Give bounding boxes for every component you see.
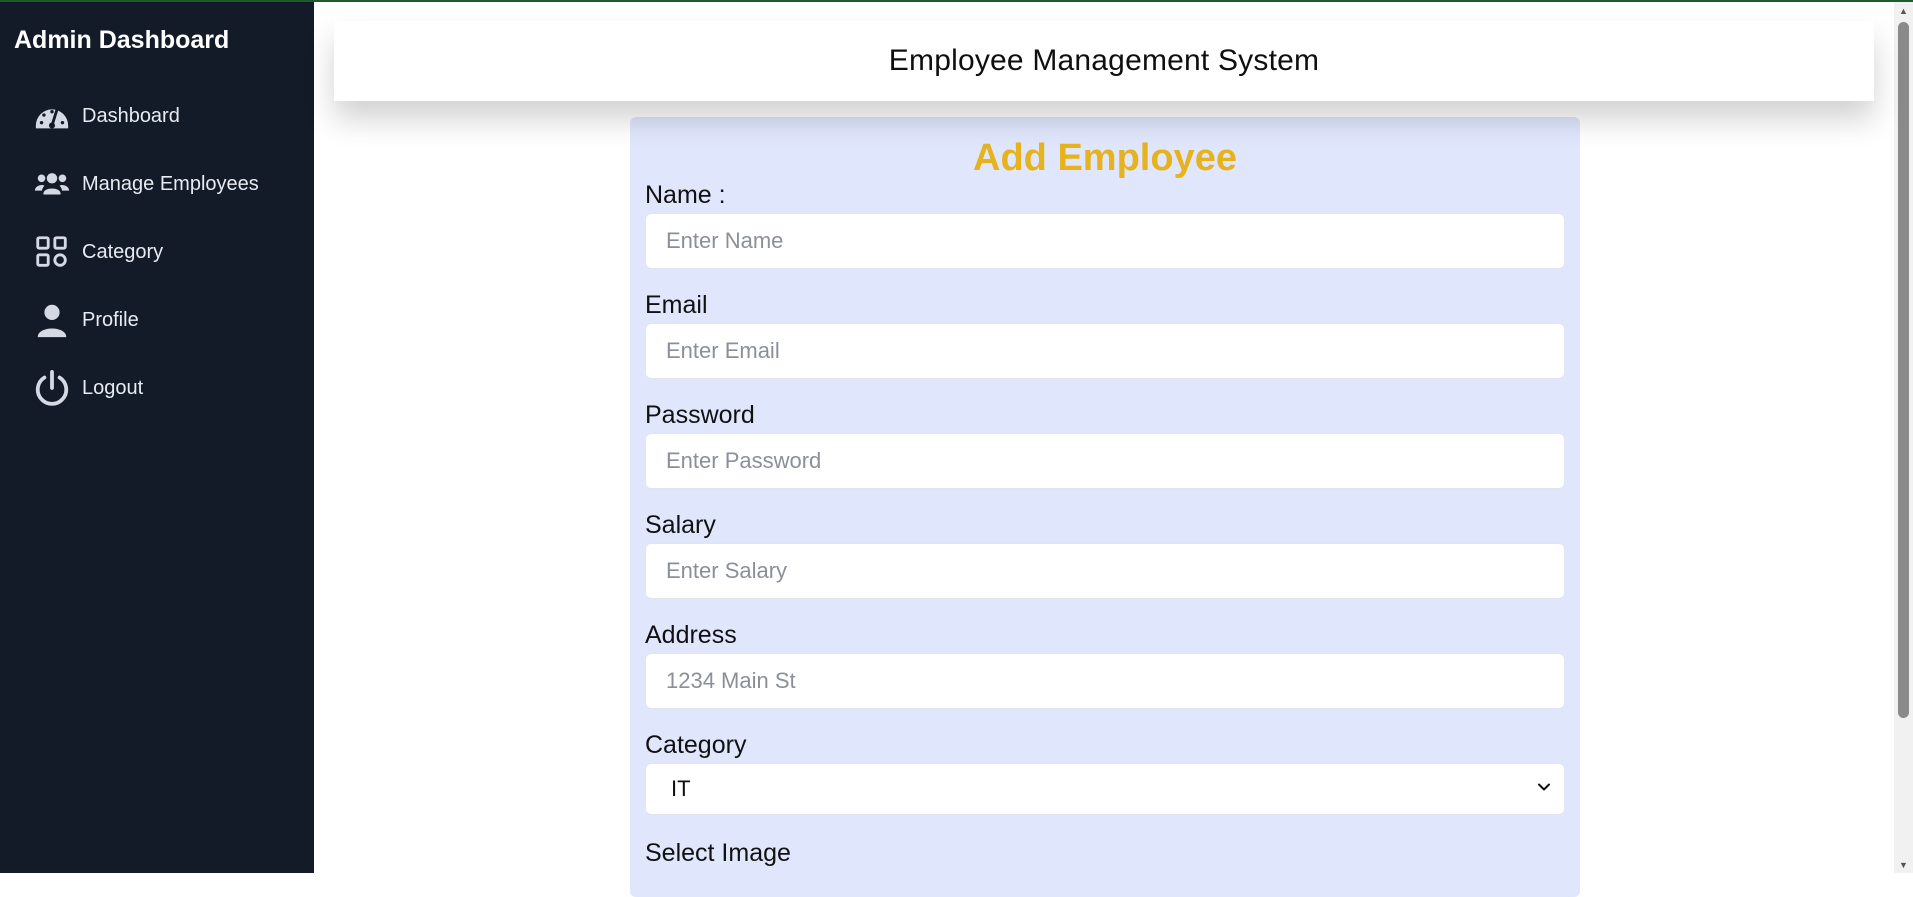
sidebar-title: Admin Dashboard (14, 26, 230, 54)
salary-input[interactable] (645, 543, 1565, 599)
sidebar-item-profile[interactable]: Profile (0, 286, 314, 354)
sidebar-item-label: Profile (82, 308, 139, 331)
power-icon (32, 368, 72, 408)
password-input[interactable] (645, 433, 1565, 489)
sidebar-item-label: Logout (82, 376, 144, 399)
sidebar-item-logout[interactable]: Logout (0, 354, 314, 422)
sidebar-item-label: Category (82, 240, 164, 263)
sidebar-item-dashboard[interactable]: Dashboard (0, 82, 314, 150)
password-label: Password (645, 401, 755, 429)
address-label: Address (645, 621, 737, 649)
sidebar-item-label: Manage Employees (82, 172, 259, 195)
email-input[interactable] (645, 323, 1565, 379)
scroll-thumb[interactable] (1898, 22, 1909, 718)
scroll-up-arrow-icon[interactable]: ▲ (1894, 2, 1913, 19)
page-scrollbar[interactable]: ▲ ▼ (1894, 2, 1913, 873)
category-select-value: IT (671, 776, 691, 801)
page-title: Employee Management System (888, 44, 1320, 77)
sidebar-item-label: Dashboard (82, 104, 180, 127)
users-icon (32, 164, 72, 204)
user-icon (32, 300, 72, 340)
add-employee-form: Add Employee Name : Email Password Salar… (630, 117, 1580, 897)
sidebar-nav: Dashboard Manage Employees Category Prof… (0, 82, 314, 422)
form-title: Add Employee (973, 137, 1237, 179)
email-label: Email (645, 291, 708, 319)
sidebar: Admin Dashboard Dashboard Manage Employe… (0, 2, 314, 873)
chevron-down-icon (1536, 779, 1552, 800)
address-input[interactable] (645, 653, 1565, 709)
name-label: Name : (645, 181, 726, 209)
salary-label: Salary (645, 511, 716, 539)
sidebar-item-manage-employees[interactable]: Manage Employees (0, 150, 314, 218)
category-select[interactable]: IT (645, 763, 1565, 815)
gauge-icon (32, 96, 72, 136)
sidebar-item-category[interactable]: Category (0, 218, 314, 286)
category-label: Category (645, 731, 747, 759)
image-label: Select Image (645, 839, 791, 867)
grid-icon (32, 232, 72, 272)
name-input[interactable] (645, 213, 1565, 269)
scroll-down-arrow-icon[interactable]: ▼ (1894, 856, 1913, 873)
page-header: Employee Management System (334, 21, 1874, 101)
